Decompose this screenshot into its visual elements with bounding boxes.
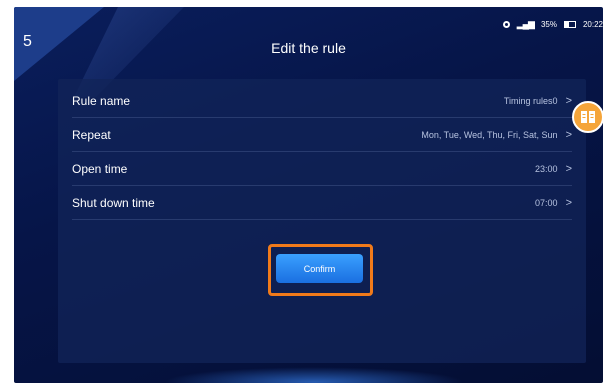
open-time-label: Open time	[72, 162, 128, 176]
rule-settings-panel: Rule name Timing rules0 > Repeat Mon, Tu…	[58, 79, 586, 363]
battery-icon	[563, 21, 576, 28]
shut-down-time-row[interactable]: Shut down time 07:00 >	[72, 187, 572, 220]
chevron-right-icon: >	[565, 163, 572, 175]
status-time: 20:22	[582, 20, 603, 29]
book-icon	[581, 111, 595, 123]
app-screen: 5 ▂▄▆ 35% 20:22 Edit the rule Rule name …	[14, 7, 603, 383]
shut-down-time-label: Shut down time	[72, 196, 155, 210]
status-bar: ▂▄▆ 35% 20:22	[502, 19, 603, 30]
rule-name-value: Timing rules0	[503, 96, 558, 106]
chevron-right-icon: >	[565, 197, 572, 209]
chevron-right-icon: >	[565, 129, 572, 141]
rule-name-label: Rule name	[72, 94, 131, 108]
open-time-row[interactable]: Open time 23:00 >	[72, 153, 572, 186]
location-icon	[502, 21, 510, 28]
chevron-right-icon: >	[565, 95, 572, 107]
repeat-label: Repeat	[72, 128, 111, 142]
rule-name-row[interactable]: Rule name Timing rules0 >	[72, 85, 572, 118]
signal-icon: ▂▄▆	[516, 19, 535, 29]
repeat-row[interactable]: Repeat Mon, Tue, Wed, Thu, Fri, Sat, Sun…	[72, 119, 572, 152]
book-icon-button[interactable]	[572, 101, 603, 133]
repeat-value: Mon, Tue, Wed, Thu, Fri, Sat, Sun	[421, 130, 558, 140]
bottom-glow	[164, 367, 464, 383]
confirm-button[interactable]: Confirm	[276, 254, 363, 283]
battery-percent: 35%	[540, 20, 557, 29]
shut-down-time-value: 07:00	[535, 198, 558, 208]
page-title: Edit the rule	[271, 40, 346, 56]
open-time-value: 23:00	[535, 164, 558, 174]
